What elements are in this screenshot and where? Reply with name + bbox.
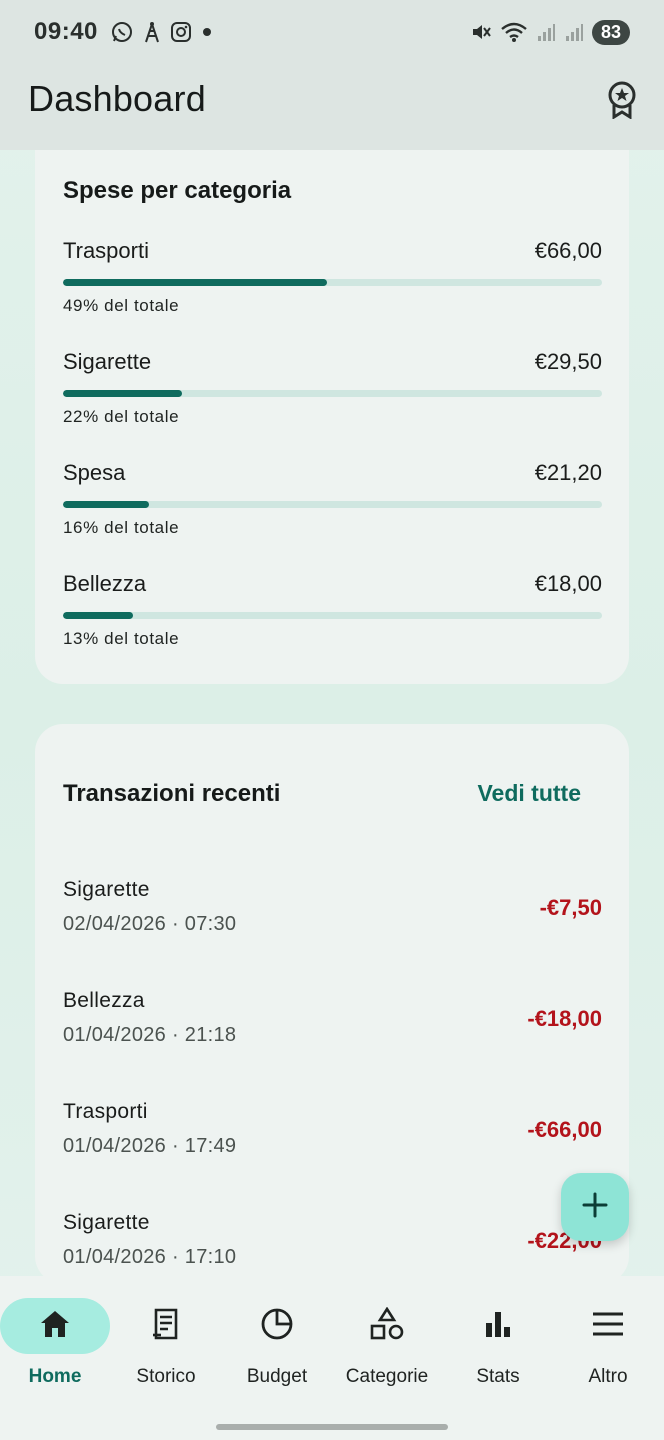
category-progress-fill [63, 501, 150, 508]
category-progress-track [63, 390, 602, 397]
transaction-date: 01/04/2026 · 21:18 [63, 1024, 237, 1046]
whatsapp-icon [110, 20, 134, 44]
nav-pill [0, 1298, 110, 1354]
category-progress-fill [63, 279, 328, 286]
category-percent: 22% del totale [63, 407, 180, 426]
category-row[interactable]: Bellezza €18,00 13% del totale [63, 571, 602, 651]
status-left-icons [110, 20, 214, 44]
top-app-bar: 09:40 83 Dashboard [0, 0, 664, 150]
signal-icon [536, 22, 556, 42]
bottom-navigation: Home Storico Budget Categorie Stats Altr… [0, 1276, 664, 1440]
category-progress-track [63, 501, 602, 508]
home-icon [39, 1309, 71, 1344]
category-amount: €18,00 [534, 571, 602, 596]
nav-pill [332, 1298, 442, 1354]
transaction-name: Trasporti [63, 1100, 148, 1123]
category-percent: 16% del totale [63, 518, 180, 537]
receipt-icon [151, 1307, 181, 1346]
transaction-amount: -€18,00 [527, 1006, 602, 1031]
nav-label: Stats [476, 1366, 520, 1387]
category-card: Spese per categoria Trasporti €66,00 49%… [35, 150, 629, 684]
nav-label: Storico [136, 1366, 196, 1387]
nav-pill [443, 1298, 553, 1354]
dot-icon [200, 25, 214, 39]
category-name: Trasporti [63, 238, 149, 263]
transaction-name: Bellezza [63, 989, 145, 1012]
nav-pill [111, 1298, 221, 1354]
category-percent: 49% del totale [63, 296, 180, 315]
add-transaction-button[interactable] [561, 1173, 629, 1241]
category-amount: €66,00 [534, 238, 602, 263]
nav-item-stats[interactable]: Stats [443, 1298, 553, 1398]
category-row[interactable]: Spesa €21,20 16% del totale [63, 460, 602, 540]
wifi-icon [500, 21, 528, 43]
antenna-icon [142, 20, 162, 44]
see-all-button[interactable]: Vedi tutte [477, 780, 581, 807]
status-right-icons: 83 [470, 19, 630, 45]
nav-item-storico[interactable]: Storico [111, 1298, 221, 1398]
transactions-card: Transazioni recenti Vedi tutte Sigarette… [35, 724, 629, 1284]
category-progress-fill [63, 612, 134, 619]
transaction-date: 01/04/2026 · 17:10 [63, 1246, 237, 1268]
nav-item-budget[interactable]: Budget [222, 1298, 332, 1398]
category-amount: €21,20 [534, 460, 602, 485]
menu-icon [591, 1311, 625, 1342]
nav-pill [222, 1298, 332, 1354]
category-name: Spesa [63, 460, 126, 485]
transaction-row[interactable]: Bellezza 01/04/2026 · 21:18 -€18,00 [63, 989, 602, 1069]
award-icon [606, 81, 638, 124]
category-progress-track [63, 612, 602, 619]
nav-label: Budget [246, 1366, 308, 1387]
category-card-title: Spese per categoria [63, 177, 292, 204]
shapes-icon [369, 1306, 405, 1346]
category-progress-fill [63, 390, 182, 397]
transaction-date: 02/04/2026 · 07:30 [63, 913, 237, 935]
transaction-row[interactable]: Sigarette 02/04/2026 · 07:30 -€7,50 [63, 878, 602, 958]
pie-icon [260, 1307, 294, 1346]
nav-label: Categorie [345, 1366, 429, 1387]
home-indicator[interactable] [216, 1424, 448, 1430]
transaction-amount: -€66,00 [527, 1117, 602, 1142]
battery-level: 83 [592, 19, 630, 45]
category-row[interactable]: Sigarette €29,50 22% del totale [63, 349, 602, 429]
transaction-amount: -€7,50 [539, 895, 602, 920]
award-button[interactable] [602, 80, 642, 124]
transaction-date: 01/04/2026 · 17:49 [63, 1135, 237, 1157]
plus-icon [581, 1191, 609, 1224]
mute-icon [470, 21, 492, 43]
nav-label: Home [28, 1366, 82, 1387]
transaction-name: Sigarette [63, 1211, 150, 1234]
status-bar: 09:40 83 [0, 0, 664, 64]
page-title: Dashboard [28, 78, 206, 119]
nav-item-altro[interactable]: Altro [553, 1298, 663, 1398]
category-name: Bellezza [63, 571, 147, 596]
transactions-card-title: Transazioni recenti [63, 780, 281, 807]
nav-item-home[interactable]: Home [0, 1298, 110, 1398]
category-row[interactable]: Trasporti €66,00 49% del totale [63, 238, 602, 318]
nav-item-categorie[interactable]: Categorie [332, 1298, 442, 1398]
category-name: Sigarette [63, 349, 152, 374]
category-progress-track [63, 279, 602, 286]
status-time: 09:40 [34, 18, 98, 45]
signal-icon [564, 22, 584, 42]
nav-label: Altro [588, 1366, 628, 1387]
instagram-icon [170, 21, 192, 43]
transaction-row[interactable]: Trasporti 01/04/2026 · 17:49 -€66,00 [63, 1100, 602, 1180]
nav-pill [553, 1298, 663, 1354]
category-amount: €29,50 [534, 349, 602, 374]
category-percent: 13% del totale [63, 629, 180, 648]
transaction-name: Sigarette [63, 878, 150, 901]
bar-chart-icon [483, 1309, 513, 1344]
